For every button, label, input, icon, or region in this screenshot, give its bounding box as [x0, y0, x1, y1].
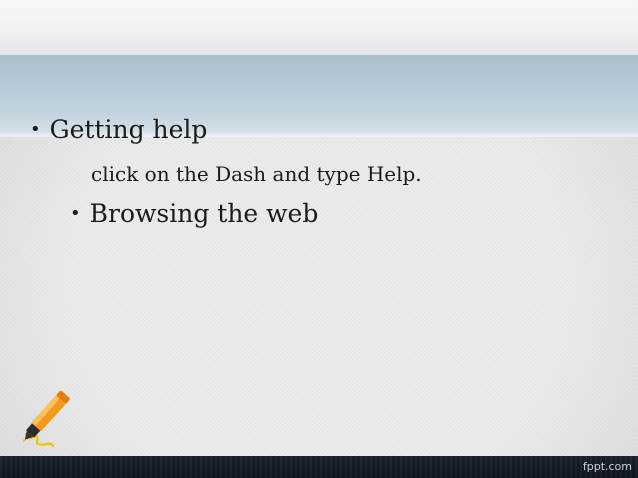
footer-bar: fppt.com — [0, 456, 638, 478]
bullet-marker: • — [70, 203, 81, 224]
slide-canvas: • Getting help click on the Dash and type… — [0, 0, 638, 478]
bullet-item-getting-help: • Getting help — [30, 115, 207, 144]
bullet-marker: • — [30, 119, 41, 140]
bullet-text: Getting help — [49, 115, 208, 144]
sub-instruction-text: click on the Dash and type Help. — [91, 162, 422, 186]
top-header-band — [0, 0, 638, 55]
highlighter-marker-icon — [22, 390, 70, 448]
watermark-text: fppt.com — [582, 460, 632, 473]
bullet-text: Browsing the web — [89, 199, 319, 228]
bullet-item-browsing-web: • Browsing the web — [70, 199, 318, 228]
